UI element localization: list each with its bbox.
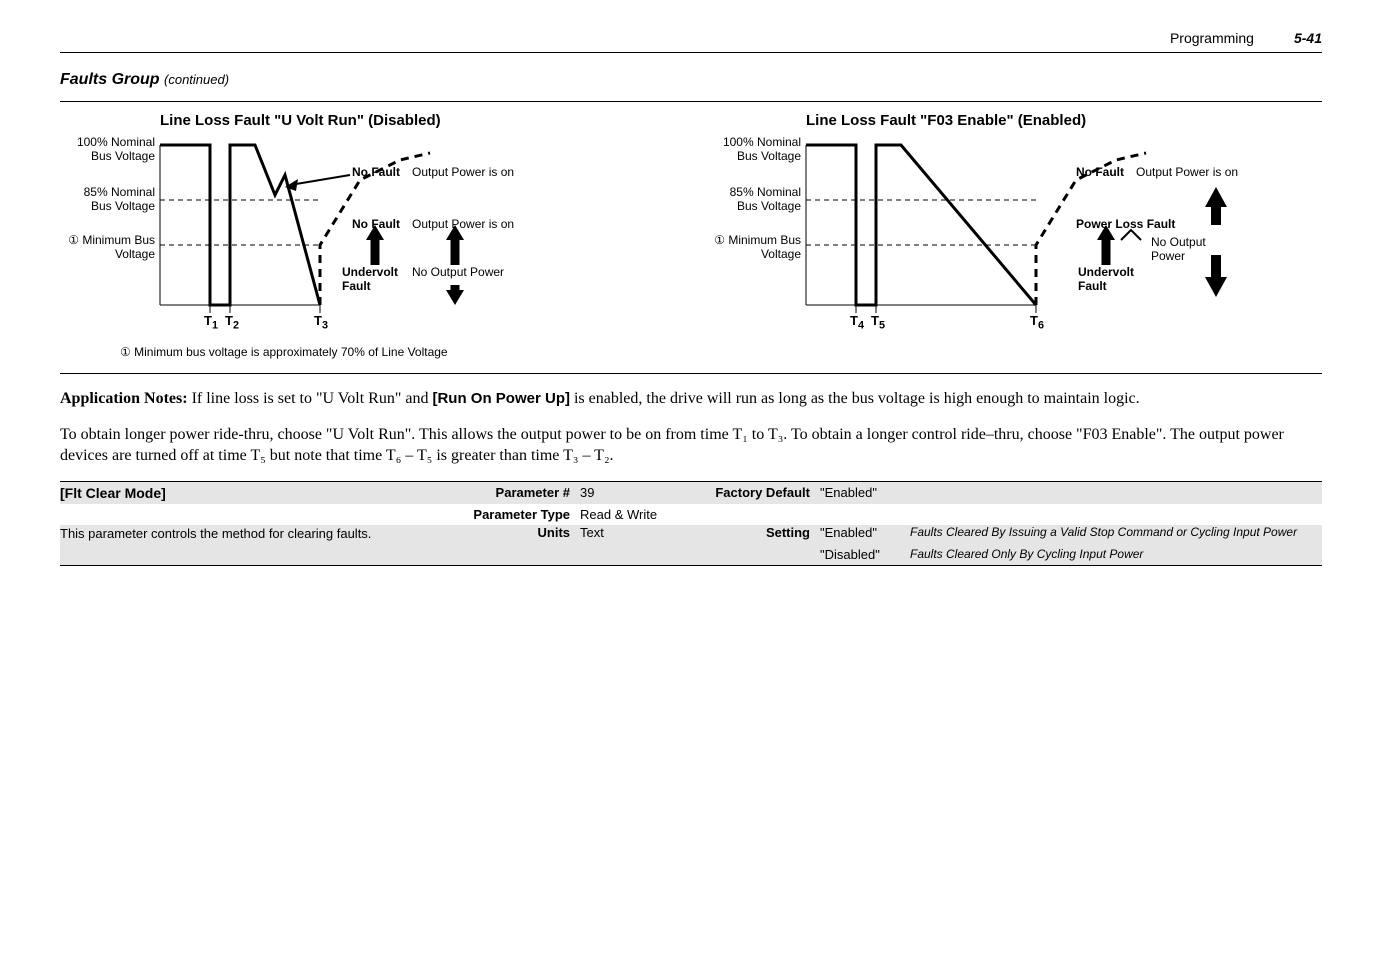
- group-title-main: Faults Group: [60, 71, 160, 88]
- ann-no-output: No Output Power: [412, 265, 504, 279]
- circled-one-icon: ①: [714, 233, 725, 247]
- page-header: Programming 5-41: [60, 30, 1322, 46]
- chart-right: Line Loss Fault "F03 Enable" (Enabled) 1…: [706, 112, 1322, 335]
- ann-undervolt-r: Undervolt Fault: [1078, 265, 1138, 293]
- label-param-num: Parameter #: [420, 485, 580, 501]
- val-units: Text: [580, 525, 690, 541]
- ylabel-top: 100% NominalBus Voltage: [60, 135, 155, 163]
- chart-right-title: Line Loss Fault "F03 Enable" (Enabled): [806, 112, 1086, 129]
- ann-nofault-1: No Fault: [352, 165, 400, 179]
- table-row: This parameter controls the method for c…: [60, 525, 1322, 544]
- ylabel-mid-r: 85% NominalBus Voltage: [706, 185, 801, 213]
- ylabel-top-r: 100% NominalBus Voltage: [706, 135, 801, 163]
- setting-disabled-note: Faults Cleared Only By Cycling Input Pow…: [910, 547, 1322, 562]
- label-units: Units: [420, 525, 580, 541]
- section-name: Programming: [1170, 30, 1254, 46]
- ann-output-on-r: Output Power is on: [1136, 165, 1238, 179]
- val-ptype: Read & Write: [580, 507, 690, 522]
- chart-left: Line Loss Fault "U Volt Run" (Disabled) …: [60, 112, 676, 335]
- ylabel-low: ① Minimum BusVoltage: [48, 233, 155, 261]
- table-row: Parameter Type Read & Write: [60, 504, 1322, 525]
- page-number: 5-41: [1294, 30, 1322, 46]
- ann-powerloss: Power Loss Fault: [1076, 217, 1175, 231]
- setting-disabled: "Disabled": [820, 547, 910, 562]
- param-desc: This parameter controls the method for c…: [60, 526, 371, 541]
- ann-undervolt: Undervolt Fault: [342, 265, 402, 293]
- val-param-num: 39: [580, 485, 690, 501]
- label-ptype: Parameter Type: [420, 507, 580, 522]
- circled-one-icon: ①: [68, 233, 79, 247]
- app-notes-text1: If line loss is set to "U Volt Run" and: [188, 390, 433, 407]
- circled-one-icon: ①: [120, 345, 131, 359]
- chart-left-canvas: 100% NominalBus Voltage 85% NominalBus V…: [60, 135, 640, 335]
- table-row: "Disabled" Faults Cleared Only By Cyclin…: [60, 544, 1322, 566]
- header-rule: [60, 52, 1322, 53]
- ylabel-mid: 85% NominalBus Voltage: [60, 185, 155, 213]
- app-notes-para: Application Notes: If line loss is set t…: [60, 388, 1322, 410]
- label-fdef: Factory Default: [690, 485, 820, 501]
- ann-nofault-2: No Fault: [352, 217, 400, 231]
- ann-output-on-1: Output Power is on: [412, 165, 514, 179]
- group-rule: [60, 101, 1322, 102]
- ylabel-low-r: ① Minimum BusVoltage: [694, 233, 801, 261]
- footnote: ① Minimum bus voltage is approximately 7…: [120, 345, 1322, 359]
- app-notes-text2: is enabled, the drive will run as long a…: [570, 390, 1140, 407]
- param-name: [Flt Clear Mode]: [60, 485, 166, 501]
- group-title: Faults Group (continued): [60, 71, 1322, 89]
- charts-row: Line Loss Fault "U Volt Run" (Disabled) …: [60, 112, 1322, 335]
- label-setting: Setting: [690, 525, 820, 541]
- val-fdef: "Enabled": [820, 485, 910, 501]
- setting-enabled: "Enabled": [820, 525, 910, 541]
- ann-nofault-r: No Fault: [1076, 165, 1124, 179]
- footnote-text: Minimum bus voltage is approximately 70%…: [134, 345, 448, 359]
- app-notes-label: Application Notes:: [60, 390, 188, 407]
- table-row: [Flt Clear Mode] Parameter # 39 Factory …: [60, 481, 1322, 504]
- chart-right-canvas: 100% NominalBus Voltage 85% NominalBus V…: [706, 135, 1286, 335]
- chart-left-title: Line Loss Fault "U Volt Run" (Disabled): [160, 112, 441, 129]
- group-title-suffix: (continued): [164, 72, 229, 87]
- param-table: [Flt Clear Mode] Parameter # 39 Factory …: [60, 481, 1322, 566]
- footnote-rule: [60, 373, 1322, 374]
- setting-enabled-note: Faults Cleared By Issuing a Valid Stop C…: [910, 525, 1322, 541]
- ride-thru-para: To obtain longer power ride-thru, choose…: [60, 424, 1322, 467]
- ann-output-on-2: Output Power is on: [412, 217, 514, 231]
- param-ref: [Run On Power Up]: [432, 390, 570, 407]
- ann-no-output-r: No OutputPower: [1151, 235, 1211, 263]
